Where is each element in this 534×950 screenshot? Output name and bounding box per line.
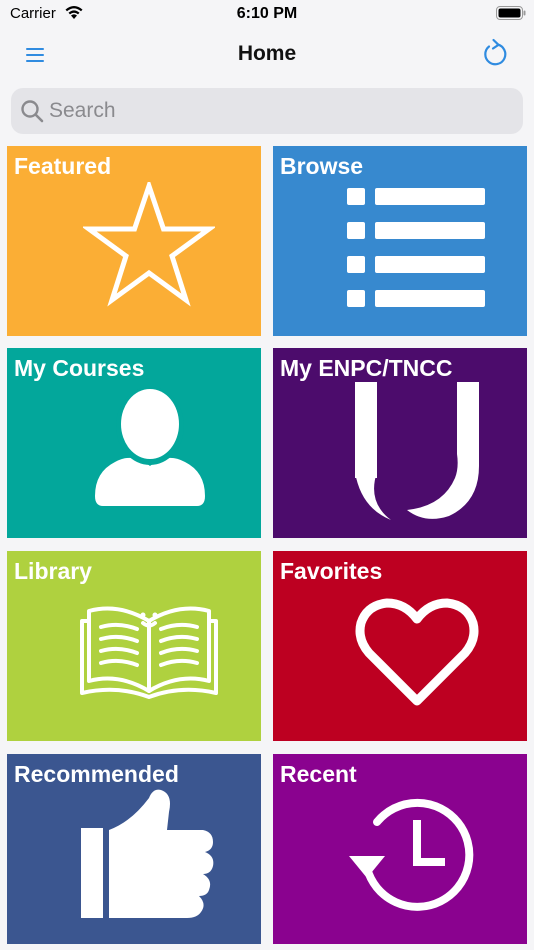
- tile-browse[interactable]: Browse: [273, 146, 527, 336]
- clock-time: 6:10 PM: [236, 5, 298, 22]
- navigation-bar: Home: [0, 28, 534, 82]
- tile-enpc-tncc-label: My ENPC/TNCC: [280, 355, 453, 381]
- tile-featured-label: Featured: [14, 153, 112, 179]
- tile-recent-label: Recent: [280, 761, 357, 787]
- user-icon: [95, 387, 205, 506]
- tile-favorites-label: Favorites: [280, 558, 383, 584]
- heart-icon: [355, 598, 479, 706]
- star-icon: [83, 182, 215, 307]
- thumbs-up-icon: [81, 789, 214, 918]
- tile-my-courses-label: My Courses: [14, 355, 145, 381]
- search-bar[interactable]: [11, 88, 523, 134]
- tile-recommended[interactable]: Recommended: [7, 754, 261, 944]
- search-input[interactable]: [49, 88, 509, 134]
- tile-enpc-tncc[interactable]: My ENPC/TNCC: [273, 348, 527, 538]
- history-clock-icon: [349, 798, 474, 911]
- tile-featured[interactable]: Featured: [7, 146, 261, 336]
- tile-recent[interactable]: Recent: [273, 754, 527, 944]
- battery-icon: [496, 6, 526, 20]
- search-icon: [21, 100, 44, 123]
- tile-library-label: Library: [14, 558, 92, 584]
- page-title: Home: [237, 42, 297, 65]
- enpc-logo-icon: [355, 382, 479, 520]
- status-bar: Carrier 6:10 PM: [0, 0, 534, 28]
- list-icon: [347, 188, 485, 307]
- book-icon: [80, 606, 218, 699]
- tile-favorites[interactable]: Favorites: [273, 551, 527, 741]
- tile-recommended-label: Recommended: [14, 761, 179, 787]
- refresh-icon[interactable]: [480, 38, 508, 68]
- tile-library[interactable]: Library: [7, 551, 261, 741]
- tile-my-courses[interactable]: My Courses: [7, 348, 261, 538]
- tile-browse-label: Browse: [280, 153, 364, 179]
